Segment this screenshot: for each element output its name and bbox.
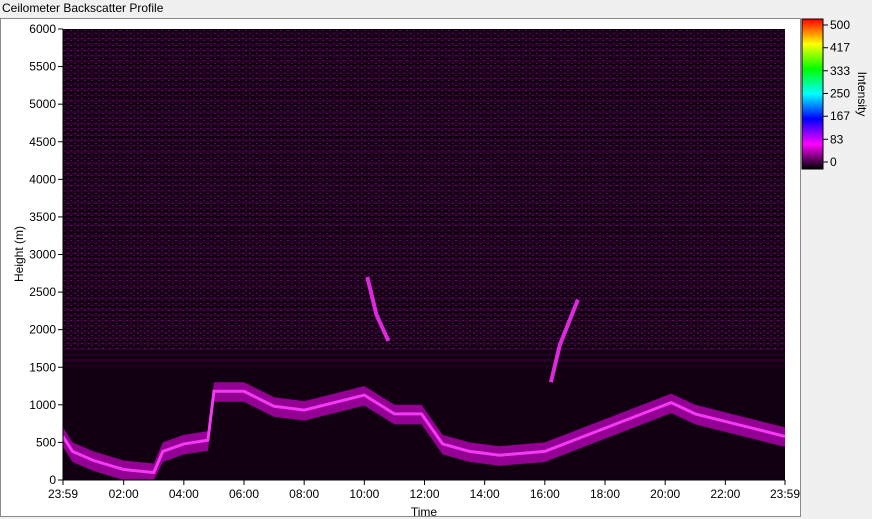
y-tick-label: 2500 — [29, 285, 56, 299]
y-tick-label: 500 — [36, 435, 56, 449]
y-tick-label: 4000 — [29, 172, 56, 186]
colorbar-tick-label: 500 — [830, 18, 850, 32]
x-tick-label: 18:00 — [590, 487, 620, 501]
colorbar-tick-label: 0 — [830, 155, 837, 169]
y-tick-label: 1000 — [29, 398, 56, 412]
colorbar-tick-label: 167 — [830, 109, 850, 123]
y-axis-ticks: 0 500 1000 1500 2000 2500 3000 3500 4000 4500 5000… — [29, 22, 63, 487]
y-tick-label: 0 — [49, 473, 56, 487]
y-tick-label: 3000 — [29, 248, 56, 262]
y-tick-label: 3500 — [29, 210, 56, 224]
x-axis-ticks: 23:59 02:00 04:00 06:00 08:00 10:00 12:00 14:00… — [48, 480, 800, 501]
y-tick-label: 5500 — [29, 60, 56, 74]
x-axis-title: Time — [411, 505, 438, 519]
x-tick-label: 06:00 — [229, 487, 259, 501]
y-tick-label: 2000 — [29, 323, 56, 337]
y-tick-label: 1500 — [29, 360, 56, 374]
backscatter-chart: 23:59 02:00 04:00 06:00 08:00 10:00 12:00 14:00… — [12, 18, 869, 519]
x-tick-label: 23:59 — [770, 487, 800, 501]
x-tick-label: 08:00 — [289, 487, 319, 501]
x-tick-label: 12:00 — [409, 487, 439, 501]
colorbar-tick-label: 417 — [830, 41, 850, 55]
x-tick-label: 22:00 — [710, 487, 740, 501]
noise-band — [63, 358, 785, 362]
x-tick-label: 20:00 — [650, 487, 680, 501]
x-tick-label: 02:00 — [109, 487, 139, 501]
y-tick-label: 5000 — [29, 97, 56, 111]
heatmap-noise-texture — [63, 29, 785, 349]
x-tick-label: 14:00 — [470, 487, 500, 501]
y-tick-label: 6000 — [29, 22, 56, 36]
y-tick-label: 4500 — [29, 135, 56, 149]
colorbar-box — [801, 18, 824, 170]
colorbar-tick-label: 333 — [830, 64, 850, 78]
noise-band — [63, 353, 785, 356]
colorbar-tick-label: 250 — [830, 87, 850, 101]
y-axis-title: Height (m) — [12, 226, 26, 282]
x-tick-label: 23:59 — [48, 487, 78, 501]
noise-band — [63, 364, 785, 368]
colorbar-tick-label: 83 — [830, 132, 844, 146]
colorbar-title: Intensity — [855, 72, 869, 117]
x-tick-label: 10:00 — [349, 487, 379, 501]
x-tick-label: 16:00 — [530, 487, 560, 501]
colorbar-ticks: 500 417 333 250 167 83 0 — [823, 18, 850, 169]
x-tick-label: 04:00 — [169, 487, 199, 501]
